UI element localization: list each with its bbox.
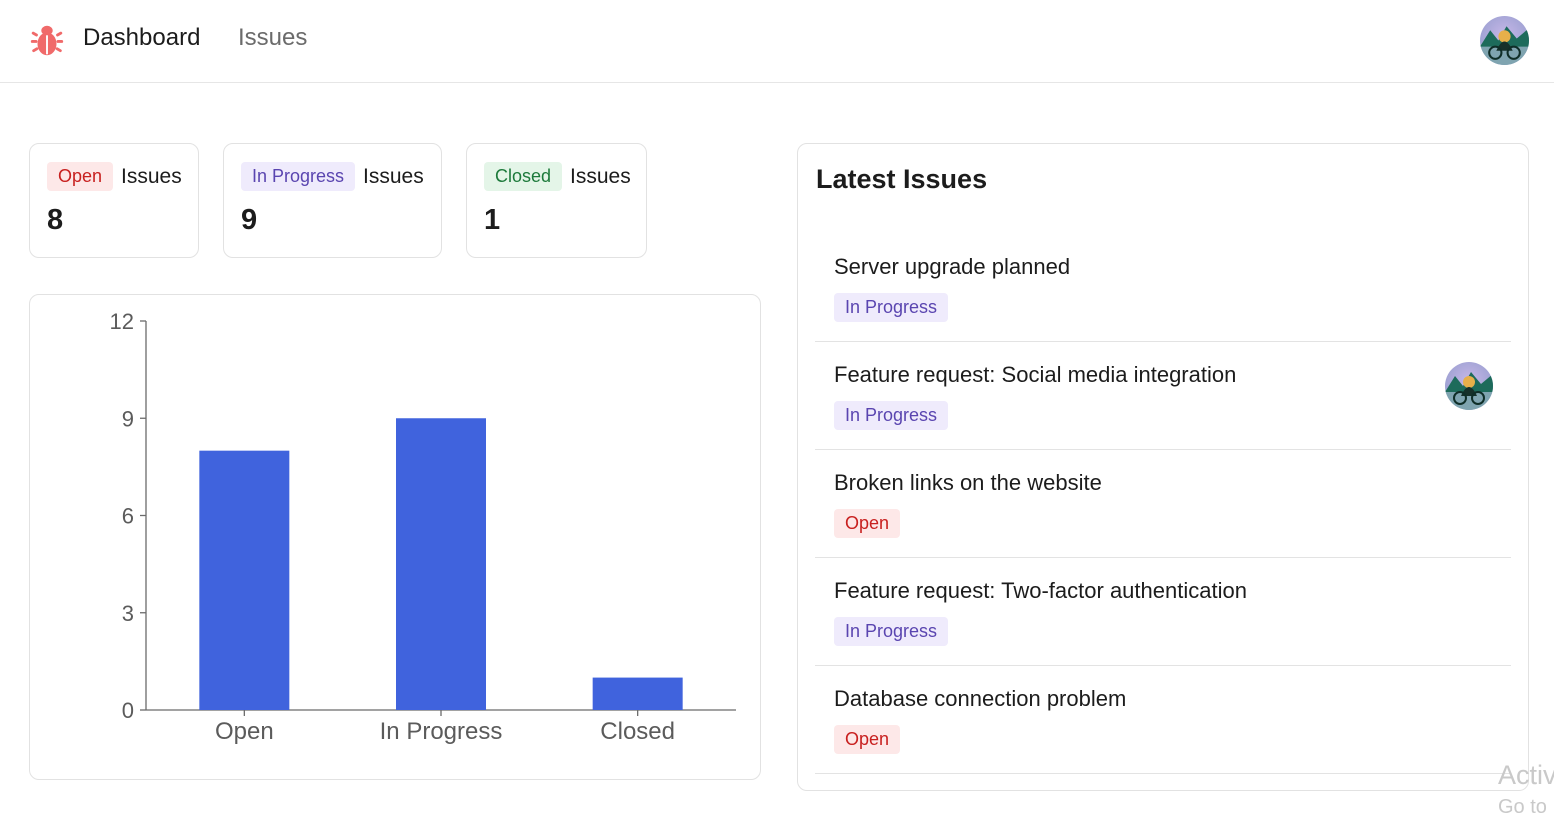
status-badge-in-progress: In Progress bbox=[834, 293, 949, 322]
bug-logo-icon[interactable] bbox=[28, 22, 66, 60]
top-navbar: Dashboard Issues bbox=[0, 0, 1554, 83]
in-progress-issues-count: 9 bbox=[241, 204, 258, 236]
os-activation-watermark: Activ bbox=[1498, 760, 1554, 790]
issue-title-link[interactable]: Feature request: Two-factor authenticati… bbox=[834, 578, 1247, 604]
issue-title-link[interactable]: Database connection problem bbox=[834, 686, 1126, 712]
x-tick-label: In Progress bbox=[380, 718, 503, 745]
status-badge-in-progress: In Progress bbox=[834, 401, 949, 430]
y-tick-label: 12 bbox=[110, 309, 134, 334]
bar-closed bbox=[592, 677, 683, 710]
status-badge-open: Open bbox=[47, 162, 114, 191]
y-tick-label: 6 bbox=[122, 504, 134, 529]
status-badge-closed: Closed bbox=[484, 162, 563, 191]
issue-status-chart-card: 0 3 6 9 12 Open In Progress Closed bbox=[29, 294, 761, 780]
latest-issues-list: Server upgrade planned In Progress Featu… bbox=[815, 234, 1511, 774]
issue-row: Feature request: Social media integratio… bbox=[815, 342, 1511, 450]
issue-row: Feature request: Two-factor authenticati… bbox=[815, 558, 1511, 666]
x-tick-label: Closed bbox=[600, 718, 675, 745]
status-badge-in-progress: In Progress bbox=[834, 617, 949, 646]
latest-issues-card: Latest Issues Server upgrade planned In … bbox=[797, 143, 1529, 791]
y-tick-label: 9 bbox=[122, 406, 134, 431]
status-badge-open: Open bbox=[834, 725, 901, 754]
open-issues-count: 8 bbox=[47, 204, 64, 236]
issue-status-bar-chart: 0 3 6 9 12 Open In Progress Closed bbox=[110, 309, 736, 745]
latest-issues-title: Latest Issues bbox=[816, 164, 988, 194]
nav-link-dashboard[interactable]: Dashboard bbox=[83, 24, 200, 52]
issue-row: Broken links on the website Open bbox=[815, 450, 1511, 558]
issue-title-link[interactable]: Server upgrade planned bbox=[834, 254, 1070, 280]
issue-row: Database connection problem Open bbox=[815, 666, 1511, 774]
closed-issues-count: 1 bbox=[484, 204, 501, 236]
open-issues-card[interactable]: Open Issues 8 bbox=[29, 143, 199, 258]
assignee-avatar bbox=[1445, 362, 1493, 410]
status-badge-in-progress: In Progress bbox=[241, 162, 356, 191]
user-avatar[interactable] bbox=[1480, 16, 1529, 65]
in-progress-issues-card[interactable]: In Progress Issues 9 bbox=[223, 143, 442, 258]
stat-label: Issues bbox=[121, 164, 182, 188]
y-tick-label: 3 bbox=[122, 601, 134, 626]
status-badge-open: Open bbox=[834, 509, 901, 538]
y-tick-label: 0 bbox=[122, 698, 134, 723]
stat-label: Issues bbox=[363, 164, 424, 188]
issue-title-link[interactable]: Feature request: Social media integratio… bbox=[834, 362, 1236, 388]
stat-label: Issues bbox=[570, 164, 631, 188]
issue-row: Server upgrade planned In Progress bbox=[815, 234, 1511, 342]
os-activation-watermark-sub: Go to bbox=[1498, 796, 1547, 818]
issue-title-link[interactable]: Broken links on the website bbox=[834, 470, 1102, 496]
x-tick-label: Open bbox=[215, 718, 274, 745]
nav-link-issues[interactable]: Issues bbox=[238, 24, 307, 52]
bar-in-progress bbox=[396, 418, 486, 710]
closed-issues-card[interactable]: Closed Issues 1 bbox=[466, 143, 647, 258]
bar-open bbox=[199, 450, 290, 710]
